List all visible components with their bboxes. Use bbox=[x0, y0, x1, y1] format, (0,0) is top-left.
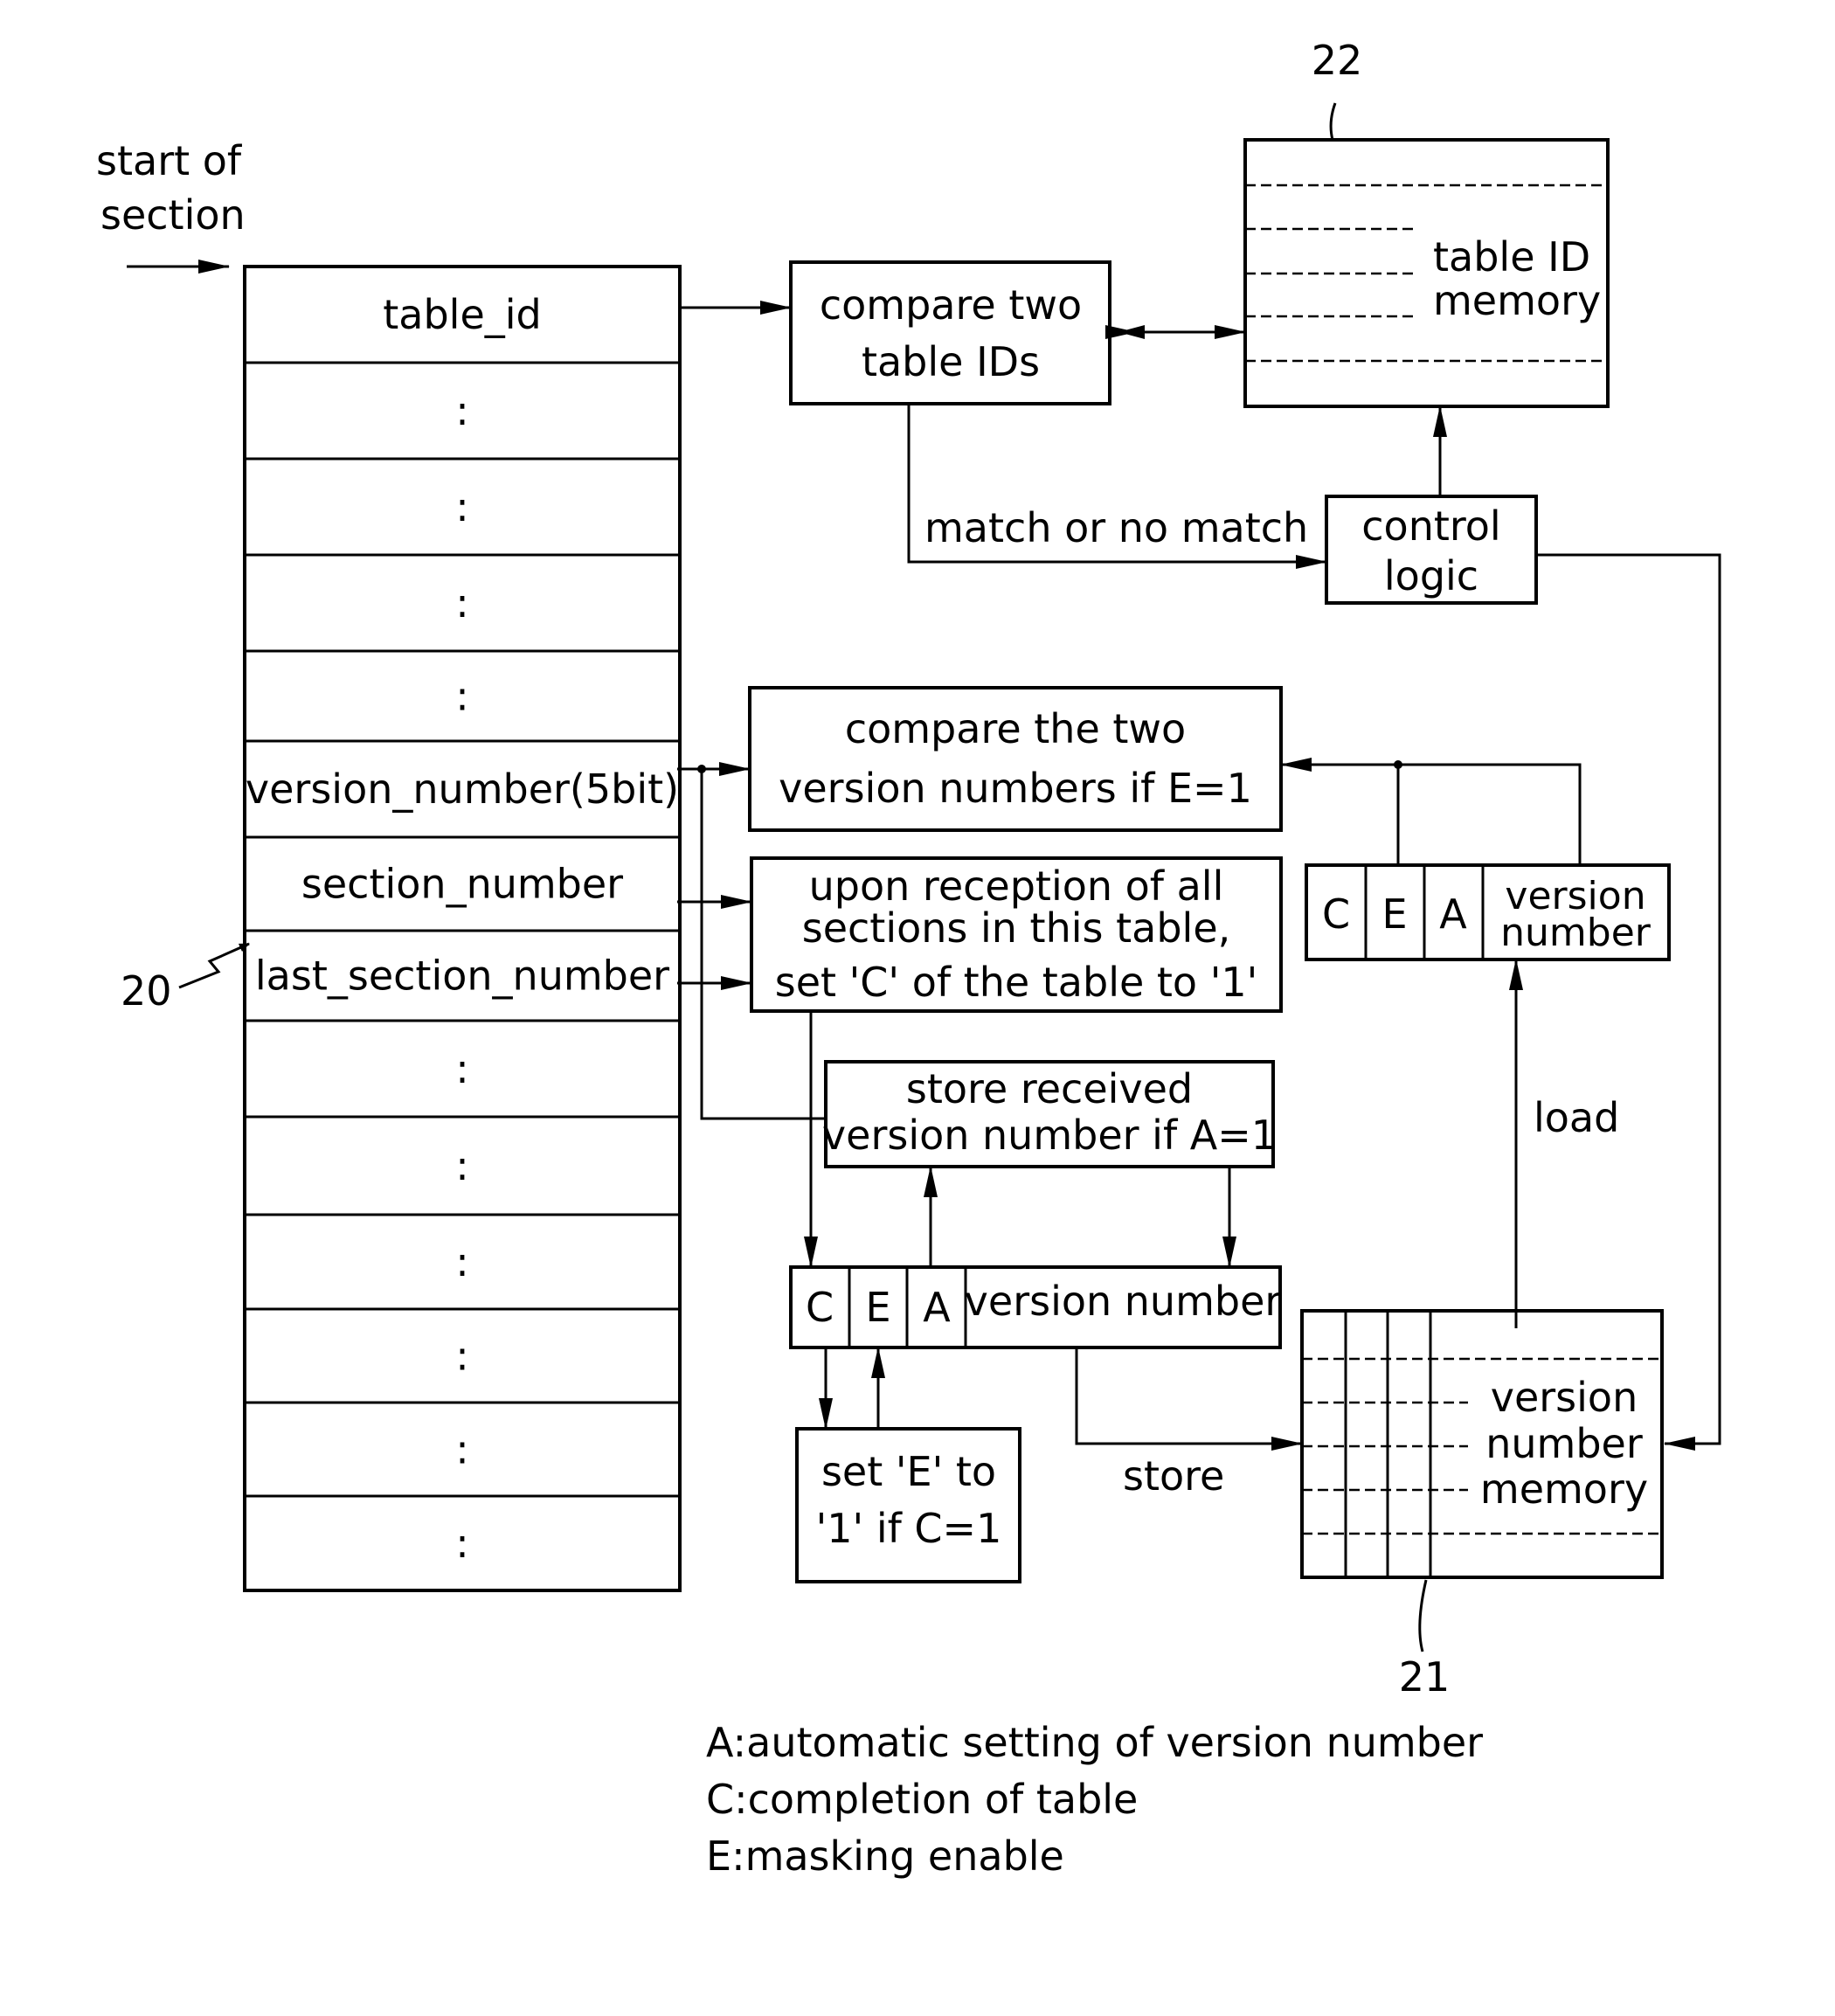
svg-text:'1' if C=1: '1' if C=1 bbox=[816, 1505, 1002, 1552]
section-field: : bbox=[455, 1426, 469, 1473]
svg-text:version: version bbox=[1491, 1374, 1638, 1421]
svg-text:section: section bbox=[100, 191, 246, 239]
svg-text:set 'E' to: set 'E' to bbox=[821, 1448, 996, 1495]
svg-text:memory: memory bbox=[1433, 277, 1601, 324]
svg-text:number: number bbox=[1485, 1420, 1643, 1467]
svg-text:E: E bbox=[1381, 890, 1407, 938]
svg-text:start of: start of bbox=[96, 137, 243, 184]
svg-text:compare two: compare two bbox=[820, 281, 1082, 329]
section-structure-frame bbox=[243, 265, 682, 1592]
ref-20-leader bbox=[178, 942, 250, 989]
version-number-memory: version number memory bbox=[1300, 1309, 1664, 1579]
legend-a: A:automatic setting of version number bbox=[706, 1719, 1483, 1766]
svg-text:compare the two: compare the two bbox=[845, 705, 1186, 752]
store-arrow bbox=[1075, 1347, 1303, 1451]
legend: A:automatic setting of version number C:… bbox=[706, 1719, 1483, 1880]
section-field: : bbox=[455, 387, 469, 434]
legend-c: C:completion of table bbox=[706, 1776, 1138, 1823]
svg-text:table IDs: table IDs bbox=[862, 338, 1040, 385]
start-of-section-label: start of section bbox=[96, 137, 246, 239]
register-to-compare-arrow bbox=[1280, 758, 1582, 865]
upper-register: C E A version number bbox=[1305, 863, 1671, 961]
ref-number-21: 21 bbox=[1399, 1653, 1451, 1701]
svg-text:A: A bbox=[1439, 890, 1467, 938]
section-field: : bbox=[455, 1142, 469, 1189]
section-field: : bbox=[455, 579, 469, 627]
load-label: load bbox=[1534, 1094, 1619, 1141]
store-label: store bbox=[1123, 1452, 1224, 1500]
svg-text:version number if A=1: version number if A=1 bbox=[822, 1112, 1277, 1159]
lower-register: C E A version number bbox=[789, 1265, 1282, 1349]
svg-text:A: A bbox=[923, 1284, 951, 1331]
svg-text:E: E bbox=[865, 1284, 890, 1331]
section-field: : bbox=[455, 1238, 469, 1285]
svg-text:C: C bbox=[1322, 890, 1350, 938]
match-label: match or no match bbox=[924, 504, 1308, 551]
svg-text:upon reception of all: upon reception of all bbox=[809, 863, 1224, 910]
svg-text:sections in this table,: sections in this table, bbox=[802, 904, 1231, 952]
svg-text:control: control bbox=[1361, 502, 1500, 550]
svg-text:memory: memory bbox=[1480, 1465, 1648, 1513]
svg-text:store received: store received bbox=[906, 1065, 1193, 1112]
section-field: : bbox=[455, 1520, 469, 1567]
section-structure: table_id::::version_number(5bit)section_… bbox=[243, 265, 682, 1592]
legend-e: E:masking enable bbox=[706, 1832, 1064, 1880]
section-field: table_id bbox=[383, 291, 541, 338]
svg-text:C: C bbox=[806, 1284, 834, 1331]
svg-text:version number: version number bbox=[965, 1278, 1282, 1325]
svg-text:table ID: table ID bbox=[1433, 233, 1590, 281]
ref-number-20: 20 bbox=[121, 967, 172, 1015]
ref-22-leader bbox=[1329, 102, 1337, 141]
section-field: : bbox=[455, 673, 469, 720]
ref-21-leader bbox=[1418, 1579, 1428, 1652]
section-field: version_number(5bit) bbox=[246, 766, 679, 813]
section-field: last_section_number bbox=[255, 953, 669, 1000]
section-field: section_number bbox=[301, 861, 623, 908]
svg-text:set 'C' of the table to '1': set 'C' of the table to '1' bbox=[775, 959, 1258, 1006]
section-field: : bbox=[455, 483, 469, 530]
block-diagram: start of section table_id::::version_num… bbox=[96, 37, 1721, 1880]
ref-number-22: 22 bbox=[1312, 37, 1363, 84]
svg-text:logic: logic bbox=[1384, 552, 1478, 599]
section-field: : bbox=[455, 1333, 469, 1380]
section-field: : bbox=[455, 1045, 469, 1092]
svg-text:number: number bbox=[1500, 911, 1652, 955]
svg-text:version numbers if E=1: version numbers if E=1 bbox=[779, 765, 1252, 812]
